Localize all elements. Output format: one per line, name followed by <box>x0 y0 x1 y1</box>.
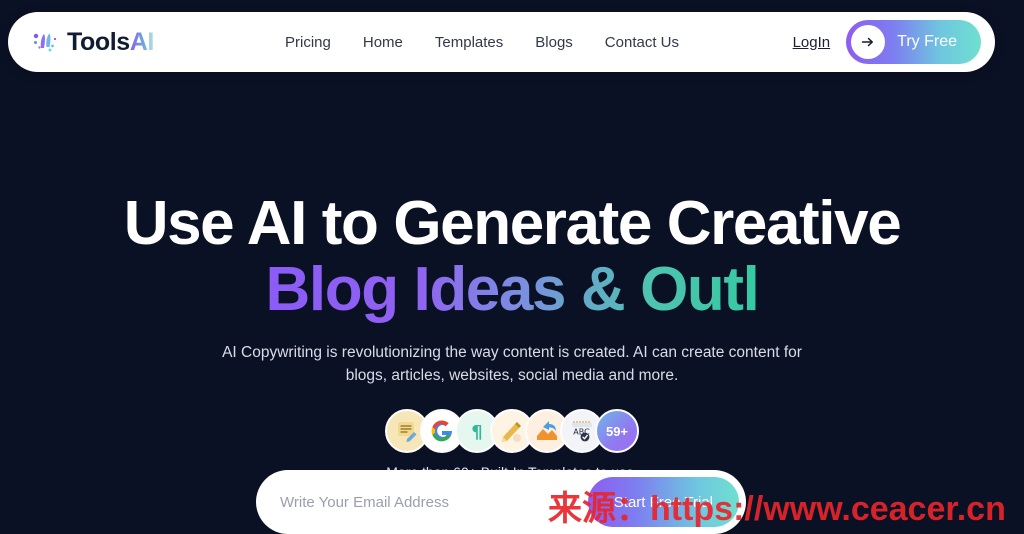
hero-subtitle: AI Copywriting is revolutionizing the wa… <box>222 343 802 385</box>
template-icon-stack: ¶ ABC 59+ <box>0 409 1024 454</box>
nav-link-templates[interactable]: Templates <box>435 34 503 51</box>
nav-link-blogs[interactable]: Blogs <box>535 34 573 51</box>
email-input[interactable] <box>256 470 588 534</box>
more-templates-badge: 59+ <box>595 409 639 454</box>
nav-links: Pricing Home Templates Blogs Contact Us <box>285 34 679 51</box>
login-link[interactable]: LogIn <box>793 34 831 51</box>
brand-name-accent: AI <box>129 27 155 56</box>
nav-link-home[interactable]: Home <box>363 34 403 51</box>
nav-actions: LogIn Try Free <box>793 20 981 64</box>
email-signup-form: Start Free Trial <box>256 470 746 534</box>
page-title: Use AI to Generate Creative <box>123 189 902 258</box>
brand-name-primary: Tools <box>67 27 130 56</box>
start-free-trial-button[interactable]: Start Free Trial <box>587 477 739 527</box>
svg-text:¶: ¶ <box>471 422 482 443</box>
try-free-label: Try Free <box>897 33 957 50</box>
nav-link-contact-us[interactable]: Contact Us <box>605 34 679 51</box>
navbar: ToolsAI Pricing Home Templates Blogs Con… <box>8 12 995 72</box>
page-title-accent: Blog Ideas & Outl <box>265 255 760 325</box>
brand-name: ToolsAI <box>67 27 155 56</box>
abstract-dots-logo-icon <box>30 27 60 57</box>
arrow-right-icon <box>851 25 886 59</box>
brand-logo[interactable]: ToolsAI <box>30 27 154 57</box>
hero-section: Use AI to Generate Creative Blog Ideas &… <box>0 96 1024 480</box>
nav-link-pricing[interactable]: Pricing <box>285 34 331 51</box>
try-free-button[interactable]: Try Free <box>846 20 981 64</box>
